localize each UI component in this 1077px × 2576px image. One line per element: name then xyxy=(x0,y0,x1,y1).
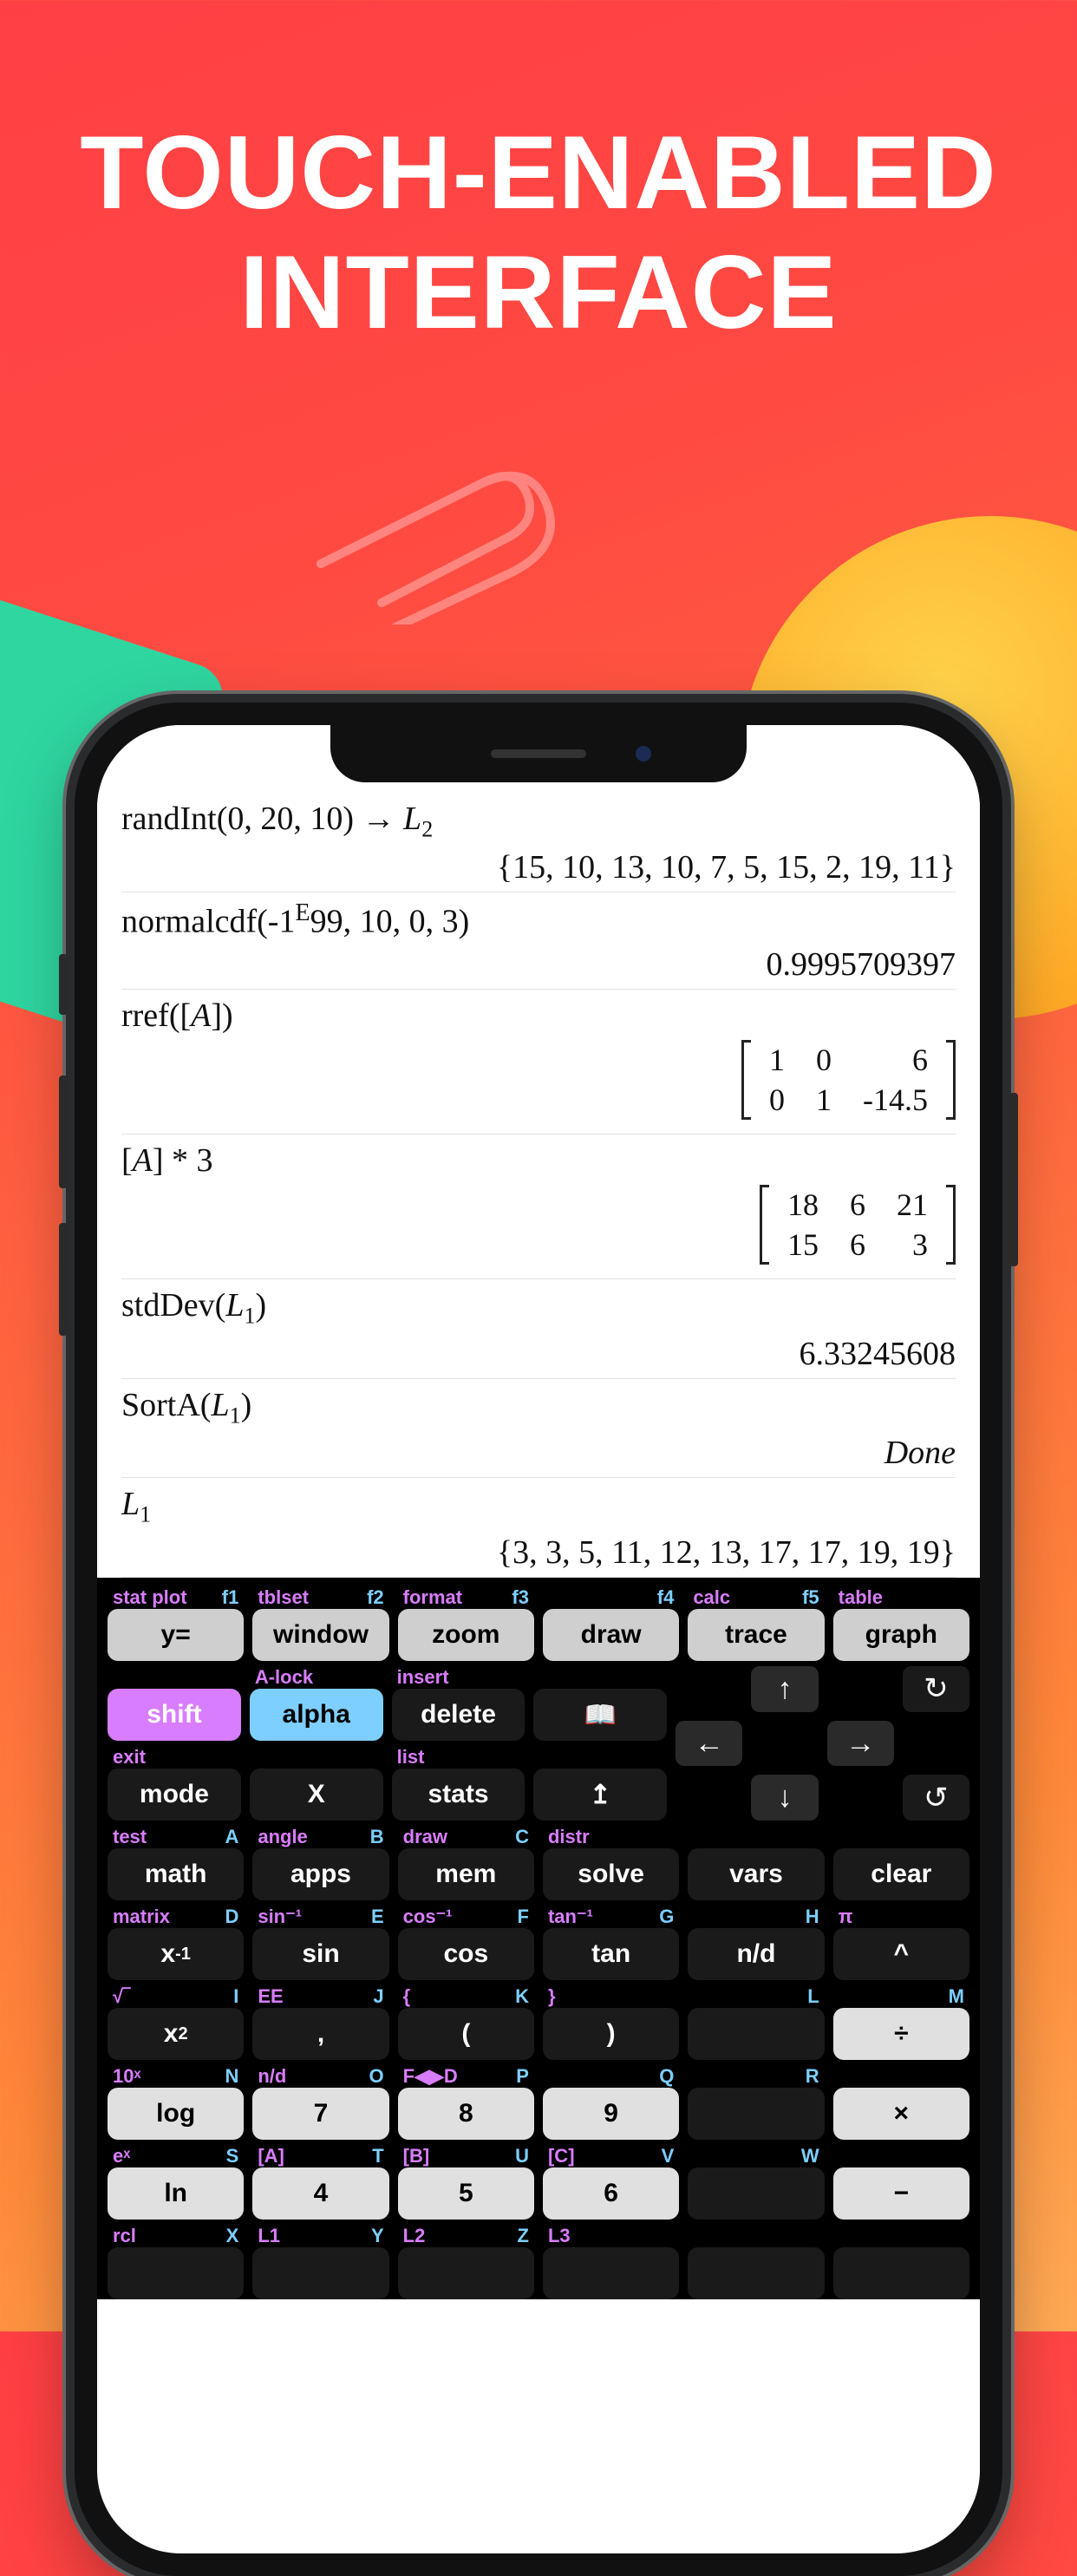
key-[interactable]: − xyxy=(833,2167,969,2220)
key-ln[interactable]: ln xyxy=(108,2167,244,2220)
arrow-down-button[interactable]: ↓ xyxy=(751,1775,818,1821)
history-row[interactable]: [A] * 3186211563 xyxy=(121,1134,956,1279)
key-xspanclasssup1span[interactable]: x-1 xyxy=(108,1928,244,1980)
history-result: Done xyxy=(121,1429,956,1472)
history-expression: SortA(L1) xyxy=(121,1386,956,1429)
arrow-up-button[interactable]: ↑ xyxy=(751,1666,818,1712)
undo-button[interactable]: ↺ xyxy=(903,1775,969,1821)
key-graph[interactable]: graph xyxy=(833,1609,969,1661)
dpad: ↑ ↻ ← → ↓ ↺ xyxy=(676,1666,969,1821)
arrow-right-button[interactable]: → xyxy=(827,1721,894,1767)
key-nd[interactable]: n/d xyxy=(688,1928,824,1980)
key-zoom[interactable]: zoom xyxy=(398,1609,534,1661)
history-row[interactable]: stdDev(L1)6.33245608 xyxy=(121,1279,956,1379)
key-[interactable]: ^ xyxy=(833,1928,969,1980)
history-expression: randInt(0, 20, 10) → L2 xyxy=(121,800,956,843)
key-[interactable]: × xyxy=(833,2088,969,2140)
key-blank[interactable] xyxy=(688,2167,824,2220)
key-blank[interactable] xyxy=(543,2247,679,2299)
key-tan[interactable]: tan xyxy=(543,1928,679,1980)
history-result: 10601-14.5 xyxy=(121,1035,956,1128)
key-y[interactable]: y= xyxy=(108,1609,244,1661)
key-sin[interactable]: sin xyxy=(252,1928,388,1980)
key-blank[interactable] xyxy=(398,2247,534,2299)
key-xspanclasssup2span[interactable]: x2 xyxy=(108,2008,244,2060)
key-clear[interactable]: clear xyxy=(833,1848,969,1900)
paperclip-icon xyxy=(269,451,581,624)
key-blank[interactable] xyxy=(688,2247,824,2299)
key-blank[interactable] xyxy=(833,2247,969,2299)
key-shift[interactable]: shift xyxy=(108,1689,241,1741)
key-6[interactable]: 6 xyxy=(543,2167,679,2220)
key-draw[interactable]: draw xyxy=(543,1609,679,1661)
key-[interactable]: , xyxy=(252,2008,388,2060)
history-expression: rref([A]) xyxy=(121,997,956,1035)
calc-keypad: stat plotf1y=tblsetf2windowformatf3zoomf… xyxy=(97,1578,980,2299)
key-stats[interactable]: stats xyxy=(392,1769,525,1821)
redo-button[interactable]: ↻ xyxy=(903,1666,969,1712)
key-blank[interactable] xyxy=(252,2247,388,2299)
key-apps[interactable]: apps xyxy=(252,1848,388,1900)
history-row[interactable]: rref([A])10601-14.5 xyxy=(121,990,956,1134)
history-row[interactable]: SortA(L1)Done xyxy=(121,1379,956,1479)
key-8[interactable]: 8 xyxy=(398,2088,534,2140)
key-mem[interactable]: mem xyxy=(398,1848,534,1900)
history-result: {3, 3, 5, 11, 12, 13, 17, 17, 19, 19} xyxy=(121,1528,956,1572)
headline: TOUCH-ENABLED INTERFACE xyxy=(0,0,1077,352)
key-mode[interactable]: mode xyxy=(108,1769,241,1821)
history-expression: [A] * 3 xyxy=(121,1141,956,1180)
history-expression: L1 xyxy=(121,1485,956,1528)
key-[interactable]: ÷ xyxy=(833,2008,969,2060)
calc-history[interactable]: randInt(0, 20, 10) → L2{15, 10, 13, 10, … xyxy=(97,725,980,1578)
history-row[interactable]: normalcdf(-1E99, 10, 0, 3)0.9995709397 xyxy=(121,892,956,991)
key-cos[interactable]: cos xyxy=(398,1928,534,1980)
history-result: 6.33245608 xyxy=(121,1330,956,1373)
key-[interactable]: ) xyxy=(543,2008,679,2060)
key-log[interactable]: log xyxy=(108,2088,244,2140)
history-result: 186211563 xyxy=(121,1180,956,1273)
phone-frame: randInt(0, 20, 10) → L2{15, 10, 13, 10, … xyxy=(75,703,1002,2576)
history-result: {15, 10, 13, 10, 7, 5, 15, 2, 19, 11} xyxy=(121,843,956,886)
history-expression: stdDev(L1) xyxy=(121,1286,956,1330)
key-[interactable]: ↥ xyxy=(533,1769,667,1821)
key-vars[interactable]: vars xyxy=(688,1848,824,1900)
phone-notch xyxy=(330,725,747,782)
key-solve[interactable]: solve xyxy=(543,1848,679,1900)
key-4[interactable]: 4 xyxy=(252,2167,388,2220)
key-math[interactable]: math xyxy=(108,1848,244,1900)
key-delete[interactable]: delete xyxy=(392,1689,525,1741)
key-trace[interactable]: trace xyxy=(688,1609,824,1661)
key-blank[interactable] xyxy=(688,2088,824,2140)
history-expression: normalcdf(-1E99, 10, 0, 3) xyxy=(121,899,956,941)
history-result: 0.9995709397 xyxy=(121,940,956,984)
key-[interactable]: ( xyxy=(398,2008,534,2060)
history-row[interactable]: randInt(0, 20, 10) → L2{15, 10, 13, 10, … xyxy=(121,793,956,892)
key-alpha[interactable]: alpha xyxy=(250,1689,383,1741)
key-blank[interactable] xyxy=(688,2008,824,2060)
arrow-left-button[interactable]: ← xyxy=(676,1721,742,1767)
key-x[interactable]: X xyxy=(250,1769,383,1821)
history-row[interactable]: L1{3, 3, 5, 11, 12, 13, 17, 17, 19, 19} xyxy=(121,1478,956,1578)
key-7[interactable]: 7 xyxy=(252,2088,388,2140)
phone-screen: randInt(0, 20, 10) → L2{15, 10, 13, 10, … xyxy=(97,725,980,2553)
key-blank[interactable] xyxy=(108,2247,244,2299)
key-window[interactable]: window xyxy=(252,1609,388,1661)
key-[interactable]: 📖 xyxy=(533,1689,667,1741)
key-9[interactable]: 9 xyxy=(543,2088,679,2140)
key-5[interactable]: 5 xyxy=(398,2167,534,2220)
